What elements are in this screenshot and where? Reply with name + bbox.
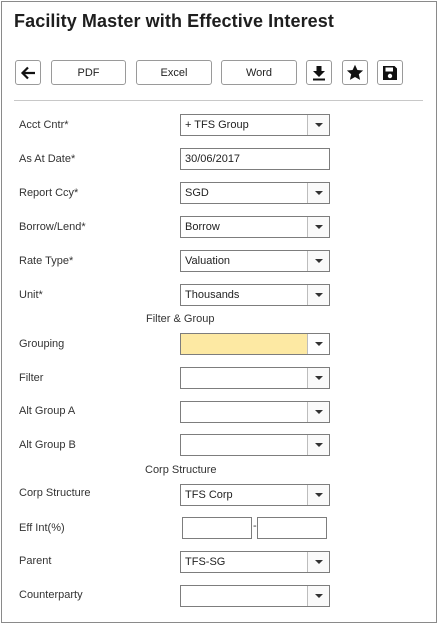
chevron-down-icon[interactable] xyxy=(307,334,329,354)
as-at-date-label: As At Date* xyxy=(19,153,76,165)
rate-type-label: Rate Type* xyxy=(19,255,74,267)
chevron-down-icon[interactable] xyxy=(307,435,329,455)
chevron-down-icon[interactable] xyxy=(307,251,329,271)
corp-structure-select[interactable]: TFS Corp xyxy=(180,484,330,506)
acct-cntr-select[interactable]: + TFS Group xyxy=(180,114,330,136)
borrow-lend-label: Borrow/Lend* xyxy=(19,221,86,233)
as-at-date-input[interactable]: 30/06/2017 xyxy=(180,148,330,170)
eff-int-to-input[interactable] xyxy=(257,517,327,539)
report-ccy-select[interactable]: SGD xyxy=(180,182,330,204)
borrow-lend-select[interactable]: Borrow xyxy=(180,216,330,238)
excel-button[interactable]: Excel xyxy=(136,60,212,85)
rate-type-value: Valuation xyxy=(185,255,231,267)
download-button[interactable] xyxy=(306,60,332,85)
chevron-down-icon[interactable] xyxy=(307,368,329,388)
parent-value: TFS-SG xyxy=(185,556,226,568)
corp-structure-title: Corp Structure xyxy=(145,464,217,476)
report-ccy-value: SGD xyxy=(185,187,209,199)
grouping-label: Grouping xyxy=(19,338,65,350)
corp-structure-value: TFS Corp xyxy=(185,489,233,501)
star-icon xyxy=(346,64,364,81)
acct-cntr-value: + TFS Group xyxy=(185,119,249,131)
parent-select[interactable]: TFS-SG xyxy=(180,551,330,573)
alt-group-b-select[interactable] xyxy=(180,434,330,456)
filter-group-title: Filter & Group xyxy=(146,313,215,325)
chevron-down-icon[interactable] xyxy=(307,285,329,305)
acct-cntr-label: Acct Cntr* xyxy=(19,119,69,131)
back-button[interactable] xyxy=(15,60,41,85)
page-title: Facility Master with Effective Interest xyxy=(14,11,334,31)
download-icon xyxy=(312,65,326,81)
unit-select[interactable]: Thousands xyxy=(180,284,330,306)
chevron-down-icon[interactable] xyxy=(307,115,329,135)
chevron-down-icon[interactable] xyxy=(307,552,329,572)
save-icon xyxy=(382,65,398,81)
grouping-select[interactable] xyxy=(180,333,330,355)
word-button[interactable]: Word xyxy=(221,60,297,85)
chevron-down-icon[interactable] xyxy=(307,485,329,505)
unit-value: Thousands xyxy=(185,289,240,301)
unit-label: Unit* xyxy=(19,289,43,301)
chevron-down-icon[interactable] xyxy=(307,586,329,606)
report-ccy-label: Report Ccy* xyxy=(19,187,79,199)
alt-group-b-label: Alt Group B xyxy=(19,439,76,451)
alt-group-a-select[interactable] xyxy=(180,401,330,423)
counterparty-select[interactable] xyxy=(180,585,330,607)
filter-select[interactable] xyxy=(180,367,330,389)
counterparty-label: Counterparty xyxy=(19,589,83,601)
toolbar-divider xyxy=(14,100,423,101)
favorite-button[interactable] xyxy=(342,60,368,85)
borrow-lend-value: Borrow xyxy=(185,221,220,233)
eff-int-label: Eff Int(%) xyxy=(19,522,65,534)
corp-structure-label: Corp Structure xyxy=(19,487,91,499)
pdf-button[interactable]: PDF xyxy=(51,60,126,85)
filter-label: Filter xyxy=(19,372,44,384)
rate-type-select[interactable]: Valuation xyxy=(180,250,330,272)
eff-int-from-input[interactable] xyxy=(182,517,252,539)
as-at-date-value: 30/06/2017 xyxy=(185,153,241,165)
parent-label: Parent xyxy=(19,555,52,567)
chevron-down-icon[interactable] xyxy=(307,183,329,203)
arrow-left-icon xyxy=(20,66,36,80)
chevron-down-icon[interactable] xyxy=(307,217,329,237)
chevron-down-icon[interactable] xyxy=(307,402,329,422)
alt-group-a-label: Alt Group A xyxy=(19,405,76,417)
save-button[interactable] xyxy=(377,60,403,85)
